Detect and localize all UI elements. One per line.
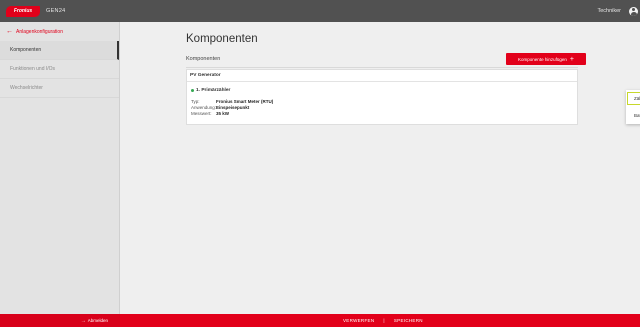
status-dot-icon <box>191 89 194 92</box>
component-entry[interactable]: 1. Primärzähler <box>191 88 230 93</box>
dropdown-item-batterie[interactable]: Batterie <box>626 108 640 123</box>
sidebar-item-wechselrichter[interactable]: Wechselrichter <box>0 79 119 98</box>
user-name: Techniker <box>597 8 621 14</box>
product-name: GEN24 <box>46 8 66 14</box>
page-title: Komponenten <box>186 33 258 45</box>
sidebar-item-label: Funktionen und I/Os <box>10 66 56 72</box>
component-card: PV Generator 1. Primärzähler Typ: Froniu… <box>186 69 578 125</box>
fronius-logo: Fronius <box>6 5 40 17</box>
save-button[interactable]: SPEICHERN <box>394 318 423 323</box>
logout-button[interactable]: → Abmelden <box>0 314 120 327</box>
user-account-icon[interactable] <box>629 6 638 16</box>
divider <box>186 67 578 68</box>
card-header: PV Generator <box>187 70 577 82</box>
back-link[interactable]: ← Anlagenkonfiguration <box>0 22 119 41</box>
detail-row: Messwert: 35 kW <box>191 111 273 117</box>
arrow-left-icon: ← <box>6 28 13 35</box>
plus-icon: + <box>569 55 574 63</box>
detail-label: Messwert: <box>191 111 212 116</box>
detail-value: 35 kW <box>216 111 230 116</box>
sidebar-item-funktionen[interactable]: Funktionen und I/Os <box>0 60 119 79</box>
component-title: 1. Primärzähler <box>196 88 231 93</box>
logout-label: Abmelden <box>87 318 108 323</box>
dropdown-item-zaehler[interactable]: Zähler <box>627 92 640 105</box>
section-label: Komponenten <box>186 56 221 62</box>
footer-actions: VERWERFEN | SPEICHERN <box>343 318 423 323</box>
sidebar: ← Anlagenkonfiguration Komponenten Funkt… <box>0 22 120 314</box>
logout-arrow-icon: → <box>80 317 86 324</box>
sidebar-item-label: Wechselrichter <box>10 85 43 91</box>
discard-button[interactable]: VERWERFEN <box>343 318 374 323</box>
back-link-label: Anlagenkonfiguration <box>16 28 63 35</box>
top-bar: Fronius GEN24 Techniker <box>0 0 640 22</box>
sidebar-item-komponenten[interactable]: Komponenten <box>0 41 119 60</box>
brand-name: Fronius <box>13 8 33 14</box>
sidebar-item-label: Komponenten <box>10 47 42 53</box>
component-details: Typ: Fronius Smart Meter (RTU) Anwendung… <box>191 99 273 117</box>
add-component-label: Komponente hinzufügen <box>518 56 567 62</box>
add-component-button[interactable]: Komponente hinzufügen + <box>506 53 586 65</box>
bottom-bar: → Abmelden VERWERFEN | SPEICHERN <box>0 314 640 327</box>
add-component-dropdown: Zähler Batterie <box>626 90 640 124</box>
main-content: Komponenten Komponenten Komponente hinzu… <box>120 22 640 314</box>
user-menu[interactable]: Techniker <box>597 6 640 16</box>
separator: | <box>383 318 385 323</box>
